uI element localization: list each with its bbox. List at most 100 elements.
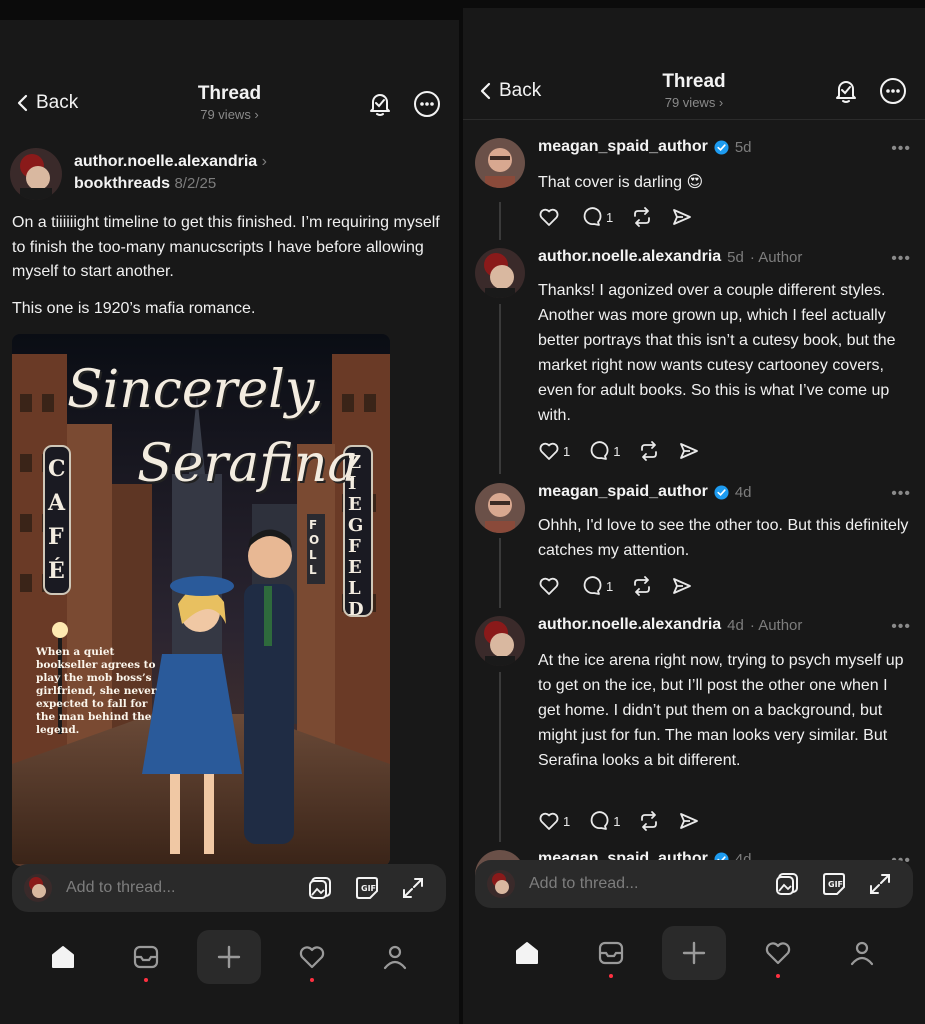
avatar[interactable] xyxy=(475,483,525,533)
repost-button[interactable] xyxy=(631,206,653,228)
tab-inbox[interactable] xyxy=(579,926,643,980)
tab-home[interactable] xyxy=(31,930,95,984)
cover-sign-left: CAFÉ xyxy=(48,456,66,584)
post-community-line: bookthreads 8/2/25 xyxy=(74,175,216,193)
author-avatar[interactable] xyxy=(10,148,62,200)
like-button[interactable] xyxy=(538,575,563,597)
heart-icon xyxy=(539,442,559,460)
comment-button[interactable]: 1 xyxy=(588,440,620,462)
tab-activity[interactable] xyxy=(746,926,810,980)
tab-create[interactable] xyxy=(197,930,261,984)
thread-composer[interactable]: Add to thread... GIF xyxy=(475,860,913,908)
create-icon xyxy=(682,941,706,965)
more-icon[interactable]: ••• xyxy=(891,250,911,268)
avatar[interactable] xyxy=(475,616,525,666)
author-tag: · Author xyxy=(749,248,803,266)
send-icon xyxy=(680,813,699,829)
expand-icon[interactable] xyxy=(867,871,893,897)
comment-button[interactable]: 1 xyxy=(588,810,620,832)
community-name[interactable]: bookthreads xyxy=(74,175,170,192)
comment-button[interactable]: 1 xyxy=(581,206,613,228)
more-icon[interactable]: ••• xyxy=(891,485,911,503)
activity-icon xyxy=(299,946,325,969)
gif-icon[interactable]: GIF xyxy=(821,871,847,897)
notification-dot xyxy=(776,974,780,978)
avatar[interactable] xyxy=(475,248,525,298)
reply-text: That cover is darling 😍 xyxy=(538,174,704,191)
like-button[interactable]: 1 xyxy=(538,440,570,462)
reply-author[interactable]: author.noelle.alexandria xyxy=(538,616,721,634)
avatar[interactable] xyxy=(475,138,525,188)
repost-button[interactable] xyxy=(631,575,653,597)
inbox-icon xyxy=(133,945,159,969)
chevron-right-icon: › xyxy=(261,153,267,170)
home-icon xyxy=(516,942,538,964)
send-icon xyxy=(673,578,692,594)
cover-sign-right: ZIEGFELD xyxy=(348,452,364,620)
reply-header: author.noelle.alexandria 4d · Author xyxy=(538,616,802,634)
reply-author[interactable]: meagan_spaid_author xyxy=(538,138,708,156)
reply-header: author.noelle.alexandria 5d · Author xyxy=(538,248,802,266)
reply-time: 4d xyxy=(727,616,744,634)
reply-actions: 1 xyxy=(538,575,693,597)
composer-placeholder[interactable]: Add to thread... xyxy=(66,879,308,897)
header-divider xyxy=(463,119,925,120)
share-button[interactable] xyxy=(671,575,693,597)
share-button[interactable] xyxy=(678,810,700,832)
comment-icon xyxy=(590,441,609,460)
comment-count: 1 xyxy=(613,443,621,459)
image-icon[interactable] xyxy=(308,875,334,901)
notification-dot xyxy=(144,978,148,982)
composer-placeholder[interactable]: Add to thread... xyxy=(529,875,775,893)
share-button[interactable] xyxy=(671,206,693,228)
reply-author[interactable]: author.noelle.alexandria xyxy=(538,248,721,266)
more-options-icon[interactable] xyxy=(413,90,441,118)
post-date: 8/2/25 xyxy=(174,175,217,192)
notification-dot xyxy=(609,974,613,978)
notification-bell-icon[interactable] xyxy=(366,90,394,118)
reply-time: 5d xyxy=(727,248,744,266)
inbox-icon xyxy=(598,941,624,965)
reply-actions: 1 xyxy=(538,206,693,228)
reply-text: At the ice arena right now, trying to ps… xyxy=(538,652,904,769)
comment-icon xyxy=(583,207,602,226)
tab-inbox[interactable] xyxy=(114,930,178,984)
post-author-name[interactable]: author.noelle.alexandria xyxy=(74,153,257,170)
tab-activity[interactable] xyxy=(280,930,344,984)
notification-bell-icon[interactable] xyxy=(832,77,860,105)
cover-blurb: When a quiet bookseller agrees to play t… xyxy=(36,646,157,736)
repost-button[interactable] xyxy=(638,810,660,832)
repost-button[interactable] xyxy=(638,440,660,462)
like-button[interactable] xyxy=(538,206,563,228)
more-options-icon[interactable] xyxy=(879,77,907,105)
like-count: 1 xyxy=(563,813,571,829)
more-icon[interactable]: ••• xyxy=(891,618,911,636)
cover-title-line2: Serafina xyxy=(137,434,359,494)
tab-profile[interactable] xyxy=(363,930,427,984)
comment-icon xyxy=(590,811,609,830)
more-icon[interactable]: ••• xyxy=(891,140,911,158)
gif-icon[interactable]: GIF xyxy=(354,875,380,901)
create-icon xyxy=(217,945,241,969)
reply-author[interactable]: meagan_spaid_author xyxy=(538,483,708,501)
repost-icon xyxy=(634,576,651,596)
book-cover-image[interactable]: Sincerely, Serafina CAFÉ ZIEGFELD FOLL W… xyxy=(12,334,390,866)
verified-badge-icon xyxy=(714,484,729,500)
reply-text: Thanks! I agonized over a couple differe… xyxy=(538,282,896,424)
like-count: 1 xyxy=(563,443,571,459)
notification-dot xyxy=(310,978,314,982)
repost-icon xyxy=(634,207,651,227)
post-author-line: author.noelle.alexandria › xyxy=(74,153,267,171)
expand-icon[interactable] xyxy=(400,875,426,901)
heart-icon xyxy=(539,208,559,226)
thread-composer[interactable]: Add to thread... GIF xyxy=(12,864,446,912)
reply-time: 5d xyxy=(734,138,752,156)
comment-button[interactable]: 1 xyxy=(581,575,613,597)
tab-create[interactable] xyxy=(662,926,726,980)
tab-home[interactable] xyxy=(495,926,559,980)
share-button[interactable] xyxy=(678,440,700,462)
image-icon[interactable] xyxy=(775,871,801,897)
tab-profile[interactable] xyxy=(830,926,894,980)
like-button[interactable]: 1 xyxy=(538,810,570,832)
reply-header: meagan_spaid_author 4d xyxy=(538,483,752,501)
